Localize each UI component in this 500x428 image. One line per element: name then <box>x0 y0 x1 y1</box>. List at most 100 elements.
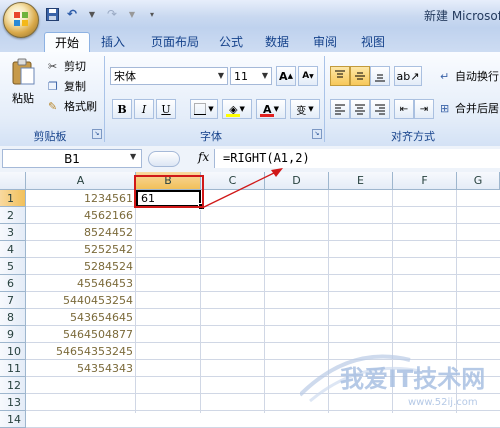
paste-button[interactable]: 粘贴 <box>8 58 38 108</box>
tab-view[interactable]: 视图 <box>356 32 390 52</box>
wrap-text-button[interactable]: ↵ 自动换行 <box>440 68 499 84</box>
merge-center-button[interactable]: ⊞ 合并后居 <box>440 100 499 116</box>
cell-a4[interactable]: 5252542 <box>26 241 136 258</box>
shrink-font-button[interactable]: A ▼ <box>298 66 318 86</box>
cell-a1[interactable]: 1234561 <box>26 190 136 207</box>
row-header[interactable]: 6 <box>0 275 26 292</box>
ribbon: 粘贴 ✂ 剪切 ❐ 复制 ✎ 格式刷 剪贴板 ↘ 宋体 ▼ 11 ▼ A ▲ A ▼… <box>0 52 500 147</box>
office-button[interactable] <box>3 2 39 38</box>
formula-input[interactable]: =RIGHT(A1,2) <box>214 149 500 168</box>
cell-a11[interactable]: 54354343 <box>26 360 136 377</box>
undo-icon[interactable]: ↶ <box>64 6 80 22</box>
fill-color-button[interactable]: ◈ ▼ <box>222 99 252 119</box>
row-header[interactable]: 12 <box>0 377 26 394</box>
ribbon-tabs: 开始 插入 页面布局 公式 数据 审阅 视图 <box>0 28 500 53</box>
align-top-button[interactable] <box>330 66 350 86</box>
chevron-down-icon[interactable]: ▼ <box>130 152 136 161</box>
annotation-highlight-box <box>134 175 204 208</box>
grow-font-button[interactable]: A ▲ <box>276 66 296 86</box>
underline-button[interactable]: U <box>156 99 176 119</box>
column-header[interactable]: A <box>26 172 136 190</box>
cut-button[interactable]: ✂ 剪切 <box>48 58 86 74</box>
row-header[interactable]: 5 <box>0 258 26 275</box>
column-header[interactable]: E <box>329 172 393 190</box>
tab-formulas[interactable]: 公式 <box>214 32 248 52</box>
merge-icon: ⊞ <box>440 101 450 115</box>
redo-dropdown-icon[interactable]: ▼ <box>124 6 140 22</box>
align-right-button[interactable] <box>370 99 390 119</box>
phonetic-button[interactable]: 变 ▼ <box>290 99 320 119</box>
insert-function-icon[interactable]: fx <box>198 150 209 164</box>
scissors-icon: ✂ <box>48 59 58 73</box>
row-header[interactable]: 2 <box>0 207 26 224</box>
name-box[interactable]: B1 <box>2 149 142 168</box>
cell-a7[interactable]: 5440453254 <box>26 292 136 309</box>
row-header[interactable]: 11 <box>0 360 26 377</box>
cell-a5[interactable]: 5284524 <box>26 258 136 275</box>
row-header[interactable]: 1 <box>0 190 26 207</box>
font-group-label: 字体 <box>200 130 222 143</box>
cell-a6[interactable]: 45546453 <box>26 275 136 292</box>
format-painter-button[interactable]: ✎ 格式刷 <box>48 98 97 114</box>
office-logo-icon <box>14 12 28 26</box>
cell-a2[interactable]: 4562166 <box>26 207 136 224</box>
formula-bar-resize-handle[interactable] <box>148 151 180 167</box>
quick-access-toolbar: ↶ ▼ ↷ ▼ ▾ <box>44 6 160 22</box>
paste-icon <box>12 58 35 85</box>
column-header[interactable]: F <box>393 172 457 190</box>
cell-a10[interactable]: 54654353245 <box>26 343 136 360</box>
orientation-button[interactable]: ab↗ <box>394 66 422 86</box>
font-size-value: 11 <box>234 70 248 83</box>
row-header[interactable]: 4 <box>0 241 26 258</box>
row-header[interactable]: 9 <box>0 326 26 343</box>
undo-dropdown-icon[interactable]: ▼ <box>84 6 100 22</box>
font-size-combo[interactable]: 11 ▼ <box>230 67 272 85</box>
align-left-button[interactable] <box>330 99 350 119</box>
watermark-url: www.52ij.com <box>408 397 478 408</box>
row-header[interactable]: 14 <box>0 411 26 428</box>
column-header[interactable]: G <box>457 172 500 190</box>
italic-button[interactable]: I <box>134 99 154 119</box>
save-icon[interactable] <box>44 6 60 22</box>
window-title: 新建 Microsoft <box>424 9 500 23</box>
row-header[interactable]: 7 <box>0 292 26 309</box>
increase-indent-button[interactable]: ⇥ <box>414 99 434 119</box>
bold-button[interactable]: B <box>112 99 132 119</box>
cell-a8[interactable]: 543654645 <box>26 309 136 326</box>
chevron-down-icon[interactable]: ▼ <box>259 68 271 84</box>
font-name-value: 宋体 <box>114 70 136 83</box>
chevron-down-icon[interactable]: ▼ <box>215 68 227 84</box>
wrap-text-label: 自动换行 <box>455 70 499 83</box>
column-header[interactable]: C <box>201 172 265 190</box>
font-color-button[interactable]: A ▼ <box>256 99 286 119</box>
phonetic-icon: 变 <box>296 105 307 117</box>
select-all-corner[interactable] <box>0 172 26 190</box>
tab-page-layout[interactable]: 页面布局 <box>145 32 205 52</box>
merge-label: 合并后居 <box>455 102 499 115</box>
tab-data[interactable]: 数据 <box>260 32 294 52</box>
align-middle-button[interactable] <box>350 66 370 86</box>
cell-a9[interactable]: 5464504877 <box>26 326 136 343</box>
cell-a3[interactable]: 8524452 <box>26 224 136 241</box>
column-header[interactable]: D <box>265 172 329 190</box>
row-header[interactable]: 10 <box>0 343 26 360</box>
decrease-indent-button[interactable]: ⇤ <box>394 99 414 119</box>
font-launcher-icon[interactable]: ↘ <box>312 129 322 139</box>
paste-label: 粘贴 <box>12 92 34 105</box>
tab-home[interactable]: 开始 <box>44 32 90 53</box>
cut-label: 剪切 <box>64 60 86 73</box>
alignment-group-label: 对齐方式 <box>391 130 435 143</box>
clipboard-launcher-icon[interactable]: ↘ <box>92 129 102 139</box>
redo-icon[interactable]: ↷ <box>104 6 120 22</box>
borders-button[interactable]: ▼ <box>190 99 218 119</box>
row-header[interactable]: 3 <box>0 224 26 241</box>
customize-qat-icon[interactable]: ▾ <box>144 6 160 22</box>
tab-insert[interactable]: 插入 <box>96 32 130 52</box>
tab-review[interactable]: 审阅 <box>308 32 342 52</box>
row-header[interactable]: 8 <box>0 309 26 326</box>
font-name-combo[interactable]: 宋体 ▼ <box>110 67 228 85</box>
copy-button[interactable]: ❐ 复制 <box>48 78 86 94</box>
align-bottom-button[interactable] <box>370 66 390 86</box>
row-header[interactable]: 13 <box>0 394 26 411</box>
align-center-button[interactable] <box>350 99 370 119</box>
